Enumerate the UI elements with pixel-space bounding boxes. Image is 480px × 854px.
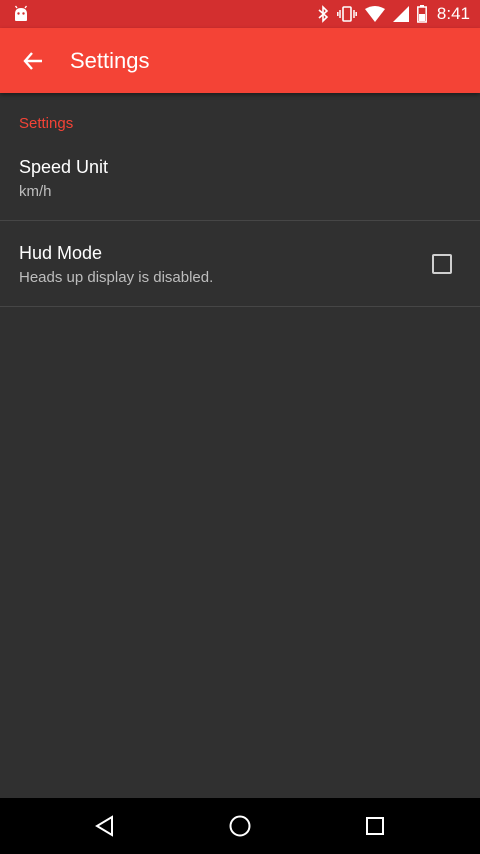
pref-speed-unit-title: Speed Unit [19,157,109,177]
divider [0,220,480,221]
app-toolbar: Settings [0,28,480,93]
pref-speed-unit-summary: km/h [19,183,52,200]
pref-speed-unit[interactable]: Speed Unit km/h [0,151,480,221]
pref-hud-mode[interactable]: Hud Mode Heads up display is disabled. [0,237,480,307]
navigation-bar [0,798,480,854]
hud-mode-checkbox[interactable] [432,254,452,274]
divider [0,306,480,307]
pref-hud-mode-title: Hud Mode [19,243,103,263]
status-time: 8:41 [436,4,470,23]
android-icon [12,5,30,23]
settings-category-header: Settings [19,115,74,132]
arrow-left-icon [23,52,42,70]
wifi-icon [364,6,385,22]
nav-home-button[interactable] [226,812,254,840]
page-title: Settings [70,48,150,73]
vibrate-icon [336,6,357,22]
home-circle-icon [229,815,251,837]
nav-back-button[interactable] [91,812,119,840]
back-triangle-icon [95,815,113,837]
nav-recents-button[interactable] [361,812,389,840]
pref-hud-mode-summary: Heads up display is disabled. [19,269,214,286]
bluetooth-icon [317,5,329,23]
recents-square-icon [366,817,384,835]
battery-icon [416,5,427,23]
back-button[interactable] [18,46,48,76]
status-bar: 8:41 [0,0,480,28]
signal-icon [392,6,409,22]
